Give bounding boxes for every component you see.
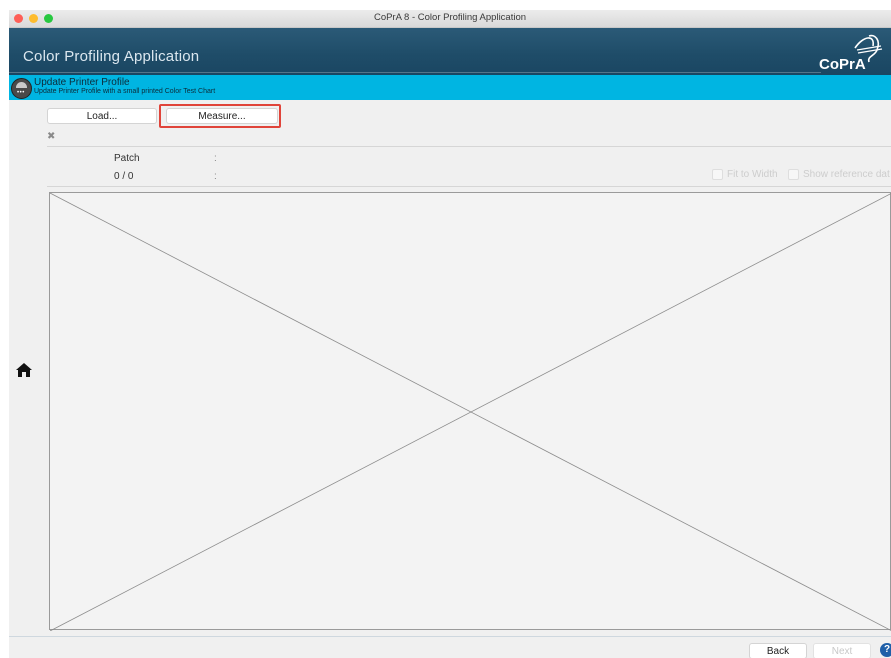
patch-value: 0 / 0 (114, 171, 134, 182)
next-button[interactable]: Next (813, 643, 871, 658)
info-divider (47, 186, 891, 187)
patch-label: Patch (114, 153, 140, 164)
section-description: Update Printer Profile with a small prin… (34, 88, 216, 95)
measure-button[interactable]: Measure... (166, 108, 278, 124)
patch-value-separator: : (214, 171, 217, 182)
svg-text:CoPrA: CoPrA (819, 56, 866, 73)
app-window: CoPrA 8 - Color Profiling Application Co… (9, 10, 891, 658)
back-button[interactable]: Back (749, 643, 807, 658)
show-reference-checkbox[interactable] (788, 169, 799, 180)
empty-preview-placeholder (50, 193, 891, 631)
window-title: CoPrA 8 - Color Profiling Application (373, 12, 527, 23)
section-header: ••• Update Printer Profile Update Printe… (9, 75, 891, 100)
patch-label-separator: : (214, 153, 217, 164)
toolbar-divider (47, 146, 891, 147)
show-reference-label: Show reference dat (803, 169, 890, 180)
footer-divider (9, 636, 891, 637)
help-icon[interactable]: ? (880, 643, 891, 657)
fit-to-width-label: Fit to Width (727, 169, 778, 180)
printer-icon: ••• (11, 78, 32, 99)
fit-to-width-checkbox[interactable] (712, 169, 723, 180)
app-banner: Color Profiling Application CoPrA (9, 28, 891, 75)
app-title: Color Profiling Application (23, 48, 200, 65)
close-icon[interactable]: ✖ (47, 131, 55, 142)
chart-preview-area[interactable] (49, 192, 891, 631)
banner-divider (9, 72, 821, 73)
load-button[interactable]: Load... (47, 108, 157, 124)
title-bar: CoPrA 8 - Color Profiling Application (9, 10, 891, 28)
copra-logo: CoPrA (819, 34, 883, 73)
section-title: Update Printer Profile (34, 77, 130, 88)
home-icon[interactable] (15, 362, 33, 378)
